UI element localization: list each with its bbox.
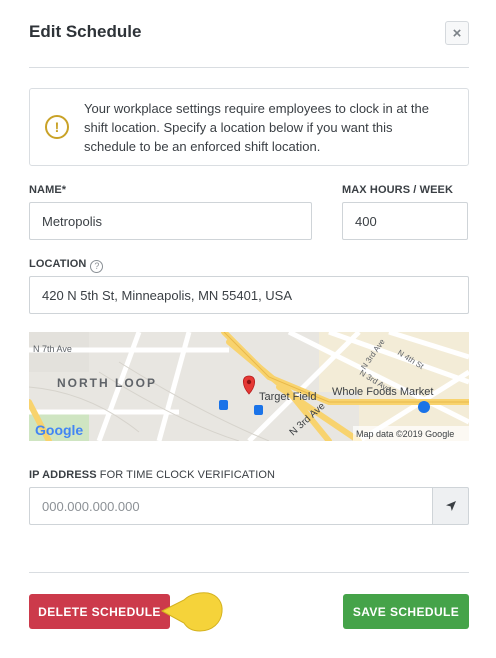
close-button[interactable]: × [445, 21, 469, 45]
exclamation-circle-icon: ! [45, 115, 69, 139]
modal-title: Edit Schedule [29, 22, 142, 41]
delete-schedule-button[interactable]: DELETE SCHEDULE [29, 594, 170, 629]
ip-input-group [29, 487, 469, 525]
ip-label-rest: FOR TIME CLOCK VERIFICATION [96, 469, 276, 481]
name-label: NAME* [29, 184, 67, 196]
header-divider [29, 67, 469, 68]
alert-message: Your workplace settings require employee… [84, 100, 429, 154]
map-label-n7th: N 7th Ave [33, 344, 72, 354]
location-arrow-icon [445, 501, 456, 511]
map-label-target-field: Target Field [259, 391, 316, 403]
ip-address-input[interactable] [29, 487, 432, 525]
tutorial-pointer-icon [160, 592, 223, 632]
location-map[interactable]: N 7th Ave NORTH LOOP Target Field Whole … [29, 332, 469, 441]
save-schedule-button[interactable]: SAVE SCHEDULE [343, 594, 469, 629]
map-label-north-loop: NORTH LOOP [57, 376, 157, 390]
location-label-text: LOCATION [29, 258, 87, 270]
map-attribution: Map data ©2019 Google [356, 429, 454, 439]
ip-label-bold: IP ADDRESS [29, 469, 97, 481]
ip-label: IP ADDRESS FOR TIME CLOCK VERIFICATION [29, 469, 275, 481]
footer-divider [29, 572, 469, 573]
location-input[interactable] [29, 276, 469, 314]
google-logo: Google [35, 422, 83, 438]
map-canvas: N 7th Ave NORTH LOOP Target Field Whole … [29, 332, 469, 441]
name-input[interactable] [29, 202, 312, 240]
help-icon[interactable]: ? [90, 259, 104, 273]
close-icon: × [452, 24, 462, 42]
location-alert: ! Your workplace settings require employ… [29, 88, 469, 166]
max-hours-label: MAX HOURS / WEEK [342, 184, 453, 196]
locate-button[interactable] [432, 487, 469, 525]
location-label: LOCATION? [29, 258, 104, 273]
max-hours-input[interactable] [342, 202, 468, 240]
